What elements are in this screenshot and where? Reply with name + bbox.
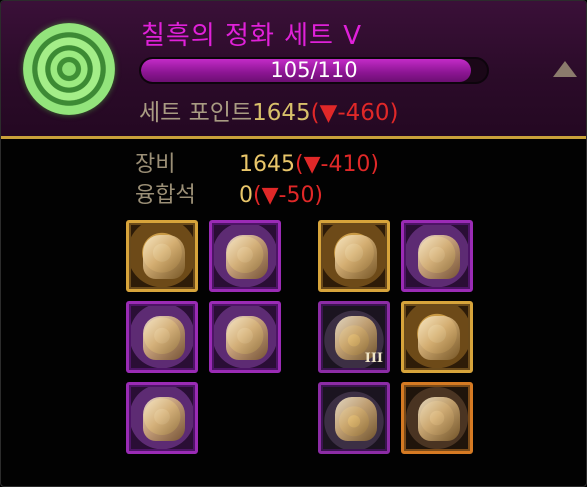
belt-slot[interactable] <box>209 301 281 373</box>
support-tier-label: III <box>364 351 383 366</box>
necklace-icon <box>418 235 460 279</box>
equipment-stat-row: 장비 1645(▼-410) <box>135 146 379 178</box>
set-point-label: 세트 포인트 <box>139 100 253 126</box>
fusion-label: 융합석 <box>135 183 196 208</box>
shoulder-armor-icon <box>143 235 185 279</box>
equipment-label: 장비 <box>135 152 176 177</box>
shoulder-slot[interactable] <box>126 220 198 292</box>
belt-armor-icon <box>226 316 268 360</box>
set-point-change: (▼-460) <box>310 100 399 126</box>
equipment-change: (▼-410) <box>295 152 380 177</box>
set-point-row: 세트 포인트1645(▼-460) <box>139 93 399 127</box>
fusion-value: 0 <box>239 183 253 208</box>
bottom-slot[interactable] <box>126 301 198 373</box>
collapse-arrow-icon[interactable] <box>553 61 577 77</box>
set-tooltip-panel: 칠흑의 정화 세트 V 105/110 세트 포인트1645(▼-460) 장비… <box>0 0 587 487</box>
set-point-value: 1645 <box>252 100 311 126</box>
top-slot[interactable] <box>209 220 281 292</box>
fusion-change: (▼-50) <box>253 183 324 208</box>
set-header: 칠흑의 정화 세트 V 105/110 세트 포인트1645(▼-460) <box>1 1 586 137</box>
earring-slot[interactable] <box>401 382 473 454</box>
bracelet-slot[interactable] <box>318 220 390 292</box>
rose-set-icon <box>23 23 115 115</box>
fusion-stat-row: 융합석 0(▼-50) <box>135 177 323 209</box>
shoes-slot[interactable] <box>126 382 198 454</box>
bracelet-icon <box>335 235 377 279</box>
earring-icon <box>418 397 460 441</box>
set-progress-bar: 105/110 <box>139 57 489 84</box>
top-armor-icon <box>226 235 268 279</box>
shoes-armor-icon <box>143 397 185 441</box>
magic-stone-icon <box>335 397 377 441</box>
bottom-armor-icon <box>143 316 185 360</box>
ring-icon <box>418 316 460 360</box>
set-title: 칠흑의 정화 세트 V <box>141 21 363 51</box>
ring-slot[interactable] <box>401 301 473 373</box>
header-divider <box>1 136 586 139</box>
magic-stone-slot[interactable] <box>318 382 390 454</box>
support-slot[interactable]: III <box>318 301 390 373</box>
set-progress-text: 105/110 <box>270 58 358 82</box>
equipment-value: 1645 <box>239 152 295 177</box>
necklace-slot[interactable] <box>401 220 473 292</box>
